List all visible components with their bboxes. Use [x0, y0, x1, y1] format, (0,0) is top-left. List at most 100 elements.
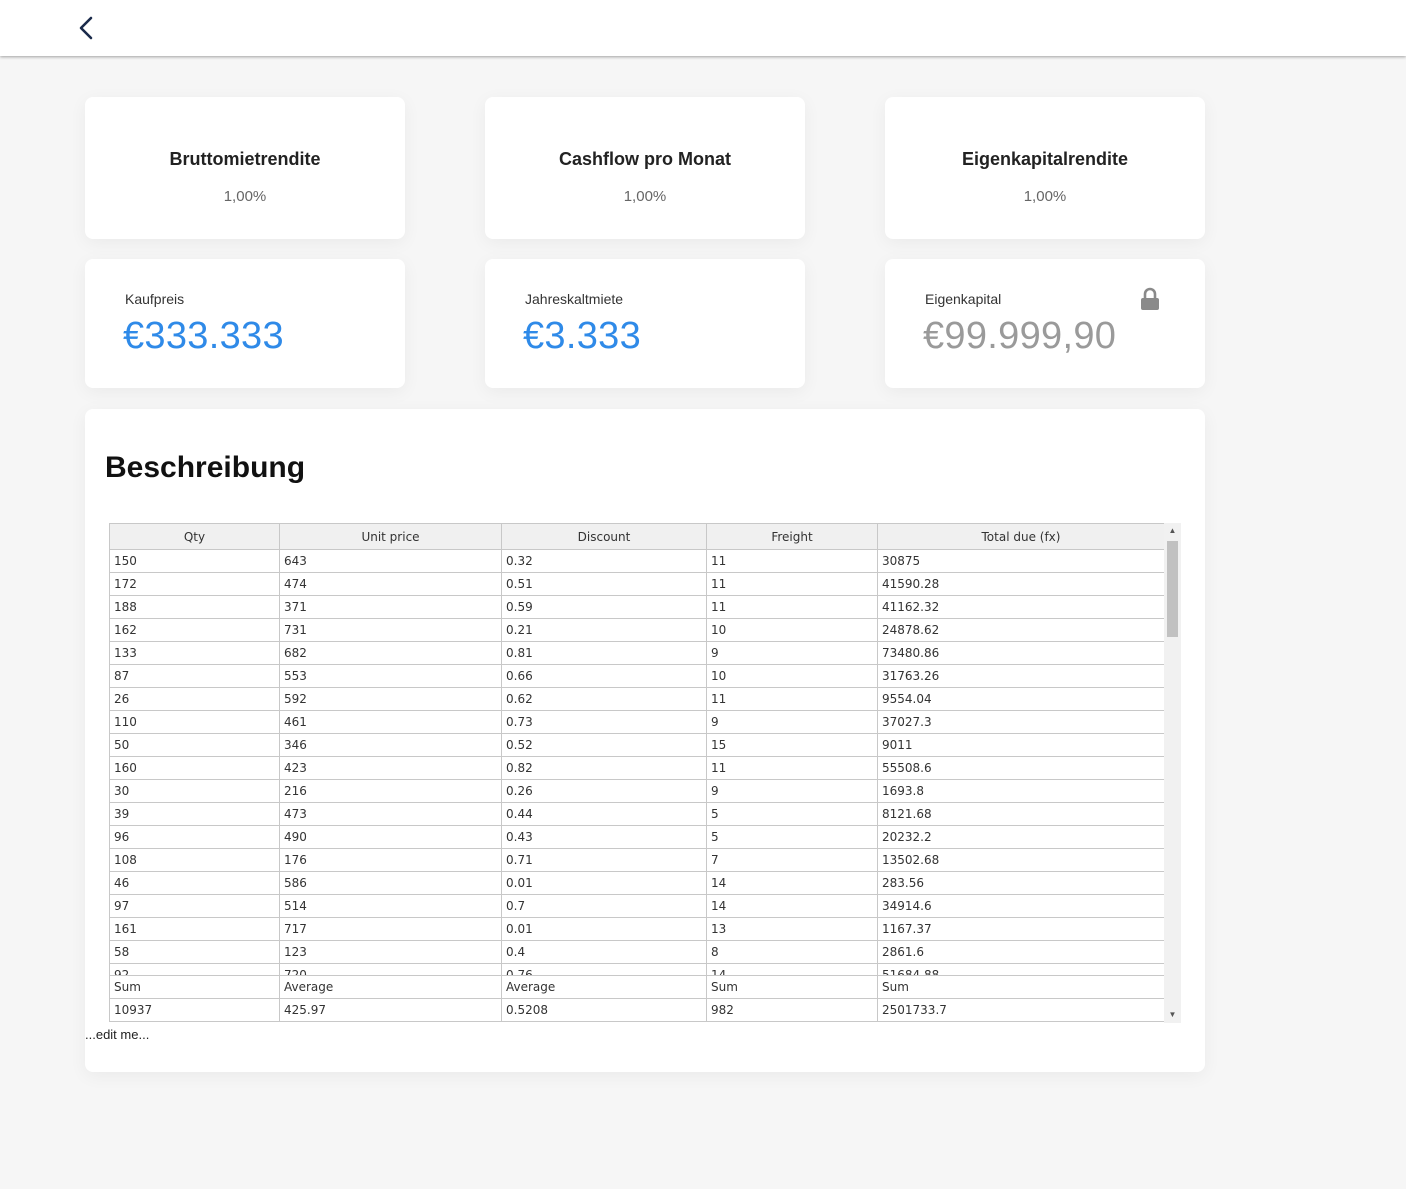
table-cell[interactable]: 55508.6: [877, 756, 1164, 780]
table-cell[interactable]: 108: [109, 848, 280, 872]
table-cell[interactable]: 9011: [877, 733, 1164, 757]
table-cell[interactable]: 8: [706, 940, 878, 964]
table-cell[interactable]: 160: [109, 756, 280, 780]
table-cell[interactable]: 50: [109, 733, 280, 757]
table-cell[interactable]: 0.71: [501, 848, 707, 872]
table-cell[interactable]: 110: [109, 710, 280, 734]
column-header[interactable]: Freight: [706, 523, 878, 550]
table-cell[interactable]: 643: [279, 549, 502, 573]
scroll-up-arrow-icon[interactable]: ▲: [1164, 523, 1181, 539]
table-cell[interactable]: 161: [109, 917, 280, 941]
table-cell[interactable]: 423: [279, 756, 502, 780]
table-cell[interactable]: 586: [279, 871, 502, 895]
table-cell[interactable]: 473: [279, 802, 502, 826]
scrollbar-thumb[interactable]: [1167, 541, 1178, 637]
table-cell[interactable]: 514: [279, 894, 502, 918]
table-cell[interactable]: 176: [279, 848, 502, 872]
table-cell[interactable]: 346: [279, 733, 502, 757]
table-cell[interactable]: 162: [109, 618, 280, 642]
data-grid[interactable]: Qty Unit price Discount Freight Total du…: [109, 523, 1181, 1023]
table-cell[interactable]: 41590.28: [877, 572, 1164, 596]
table-cell[interactable]: 73480.86: [877, 641, 1164, 665]
table-cell[interactable]: 58: [109, 940, 280, 964]
table-cell[interactable]: 46: [109, 871, 280, 895]
table-cell[interactable]: 11: [706, 756, 878, 780]
table-cell[interactable]: 0.21: [501, 618, 707, 642]
table-cell[interactable]: 461: [279, 710, 502, 734]
table-cell[interactable]: 5: [706, 825, 878, 849]
table-cell[interactable]: 1167.37: [877, 917, 1164, 941]
table-cell[interactable]: 490: [279, 825, 502, 849]
table-cell[interactable]: 87: [109, 664, 280, 688]
table-cell[interactable]: 720: [279, 963, 502, 975]
kaufpreis-card[interactable]: Kaufpreis €333.333: [85, 259, 405, 388]
table-cell[interactable]: 0.32: [501, 549, 707, 573]
table-cell[interactable]: 0.82: [501, 756, 707, 780]
table-cell[interactable]: 8121.68: [877, 802, 1164, 826]
table-cell[interactable]: 11: [706, 687, 878, 711]
edit-hint[interactable]: ...edit me...: [85, 1027, 149, 1042]
table-cell[interactable]: 39: [109, 802, 280, 826]
table-cell[interactable]: 0.43: [501, 825, 707, 849]
money-amount[interactable]: €333.333: [123, 315, 284, 358]
table-cell[interactable]: 13: [706, 917, 878, 941]
table-cell[interactable]: 9: [706, 779, 878, 803]
table-cell[interactable]: 0.81: [501, 641, 707, 665]
table-cell[interactable]: 0.51: [501, 572, 707, 596]
table-cell[interactable]: 717: [279, 917, 502, 941]
table-cell[interactable]: 7: [706, 848, 878, 872]
table-cell[interactable]: 682: [279, 641, 502, 665]
table-cell[interactable]: 0.76: [501, 963, 707, 975]
table-cell[interactable]: 14: [706, 894, 878, 918]
table-cell[interactable]: 283.56: [877, 871, 1164, 895]
table-cell[interactable]: 592: [279, 687, 502, 711]
table-cell[interactable]: 96: [109, 825, 280, 849]
table-cell[interactable]: 15: [706, 733, 878, 757]
table-cell[interactable]: 0.01: [501, 871, 707, 895]
table-cell[interactable]: 10: [706, 618, 878, 642]
table-cell[interactable]: 24878.62: [877, 618, 1164, 642]
table-cell[interactable]: 371: [279, 595, 502, 619]
table-cell[interactable]: 92: [109, 963, 280, 975]
table-cell[interactable]: 188: [109, 595, 280, 619]
table-cell[interactable]: 26: [109, 687, 280, 711]
table-cell[interactable]: 10: [706, 664, 878, 688]
table-cell[interactable]: 11: [706, 549, 878, 573]
table-cell[interactable]: 0.44: [501, 802, 707, 826]
table-cell[interactable]: 31763.26: [877, 664, 1164, 688]
jahreskaltmiete-card[interactable]: Jahreskaltmiete €3.333: [485, 259, 805, 388]
table-cell[interactable]: 731: [279, 618, 502, 642]
table-cell[interactable]: 41162.32: [877, 595, 1164, 619]
column-header[interactable]: Discount: [501, 523, 707, 550]
table-cell[interactable]: 0.59: [501, 595, 707, 619]
table-cell[interactable]: 14: [706, 963, 878, 975]
table-cell[interactable]: 0.73: [501, 710, 707, 734]
money-amount[interactable]: €3.333: [523, 315, 641, 358]
table-cell[interactable]: 9: [706, 710, 878, 734]
table-cell[interactable]: 11: [706, 572, 878, 596]
table-cell[interactable]: 9554.04: [877, 687, 1164, 711]
back-button[interactable]: [74, 14, 100, 42]
table-cell[interactable]: 0.52: [501, 733, 707, 757]
column-header[interactable]: Unit price: [279, 523, 502, 550]
table-cell[interactable]: 20232.2: [877, 825, 1164, 849]
table-cell[interactable]: 97: [109, 894, 280, 918]
table-cell[interactable]: 5: [706, 802, 878, 826]
table-cell[interactable]: 14: [706, 871, 878, 895]
vertical-scrollbar[interactable]: ▲ ▼: [1164, 523, 1181, 1023]
lock-icon[interactable]: [1139, 287, 1161, 311]
table-cell[interactable]: 474: [279, 572, 502, 596]
scroll-down-arrow-icon[interactable]: ▼: [1164, 1007, 1181, 1023]
table-cell[interactable]: 216: [279, 779, 502, 803]
table-cell[interactable]: 30: [109, 779, 280, 803]
table-cell[interactable]: 2861.6: [877, 940, 1164, 964]
table-cell[interactable]: 9: [706, 641, 878, 665]
table-cell[interactable]: 51684.88: [877, 963, 1164, 975]
table-cell[interactable]: 0.66: [501, 664, 707, 688]
table-cell[interactable]: 0.01: [501, 917, 707, 941]
table-cell[interactable]: 13502.68: [877, 848, 1164, 872]
column-header[interactable]: Total due (fx): [877, 523, 1164, 550]
table-cell[interactable]: 133: [109, 641, 280, 665]
table-cell[interactable]: 1693.8: [877, 779, 1164, 803]
table-cell[interactable]: 150: [109, 549, 280, 573]
